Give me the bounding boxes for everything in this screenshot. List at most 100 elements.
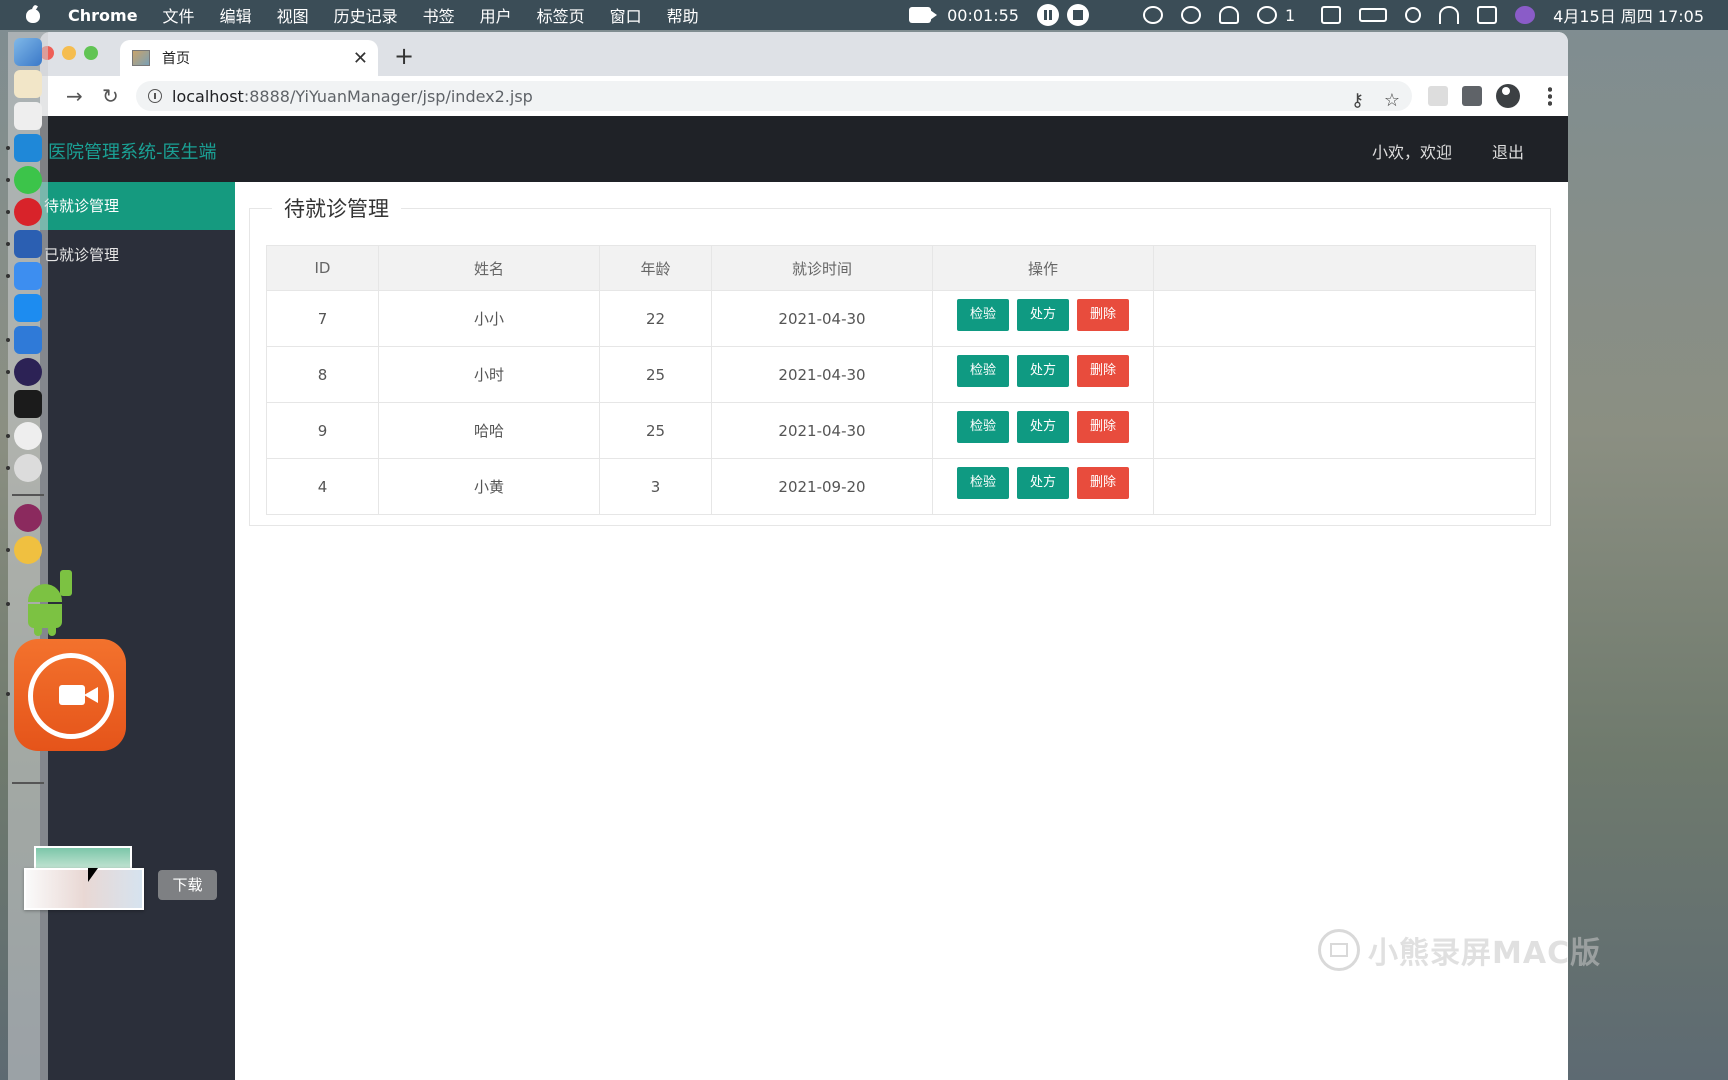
chrome-menu-icon[interactable] [1548, 86, 1552, 106]
screen-recorder-app-icon[interactable] [14, 639, 126, 751]
running-indicator [6, 242, 10, 246]
siri-icon[interactable] [1515, 6, 1536, 24]
prescribe-button[interactable]: 处方 [1016, 410, 1069, 443]
reload-icon[interactable]: ↻ [102, 84, 119, 108]
cell-age: 25 [599, 402, 712, 459]
tab-close-icon[interactable]: ✕ [353, 48, 368, 69]
menu-bookmarks[interactable]: 书签 [423, 3, 455, 27]
minimize-window-icon[interactable] [62, 46, 76, 60]
downloads-label[interactable]: 下载 [158, 870, 217, 900]
textedit-icon[interactable] [14, 102, 42, 130]
battery-icon[interactable] [1359, 8, 1388, 22]
menu-window[interactable]: 窗口 [610, 3, 642, 27]
pencil-app-icon[interactable] [14, 70, 42, 98]
music-app-icon[interactable] [14, 504, 42, 532]
column-header-actions: 操作 [932, 245, 1154, 291]
apple-icon[interactable] [24, 6, 42, 24]
downloads-stack-preview[interactable] [24, 846, 144, 910]
android-file-transfer-icon[interactable] [18, 570, 76, 638]
menu-file[interactable]: 文件 [163, 3, 195, 27]
cell-empty [1153, 290, 1536, 347]
app-store-icon[interactable] [14, 294, 42, 322]
key-icon[interactable]: ⚷ [1351, 90, 1364, 111]
watermark-camera-icon [1318, 929, 1360, 971]
menubar-datetime: 4月15日 周四 17:05 [1553, 7, 1704, 26]
colorful-app-icon[interactable] [14, 536, 42, 564]
finder-icon[interactable] [14, 38, 42, 66]
cell-name: 哈哈 [378, 402, 600, 459]
menu-edit[interactable]: 编辑 [220, 3, 252, 27]
notification-bell-icon[interactable] [1218, 6, 1239, 24]
cell-id: 9 [266, 402, 379, 459]
running-indicator [6, 370, 10, 374]
pause-icon[interactable] [1036, 4, 1059, 26]
favicon-icon [132, 50, 150, 66]
usb-plug-icon [60, 570, 72, 596]
word-icon[interactable] [14, 230, 42, 258]
inspect-button[interactable]: 检验 [956, 354, 1009, 387]
menu-people[interactable]: 用户 [480, 3, 512, 27]
logout-link[interactable]: 退出 [1492, 139, 1524, 163]
sidebar-item-pending[interactable]: 待就诊管理 [40, 182, 235, 230]
search-icon[interactable] [1405, 7, 1422, 23]
delete-button[interactable]: 删除 [1077, 410, 1130, 443]
creative-cloud-icon[interactable] [1142, 6, 1163, 24]
vscode-icon[interactable] [14, 134, 42, 162]
eclipse-icon[interactable] [14, 358, 42, 386]
delete-button[interactable]: 删除 [1077, 466, 1130, 499]
forward-icon[interactable]: → [66, 84, 83, 108]
bookmark-star-icon[interactable]: ☆ [1384, 90, 1400, 111]
running-indicator [6, 146, 10, 150]
wechat-icon[interactable] [1256, 6, 1277, 24]
menu-tab[interactable]: 标签页 [537, 3, 585, 27]
cell-date: 2021-04-30 [711, 290, 933, 347]
feishu-icon[interactable] [14, 262, 42, 290]
tab-home[interactable]: 首页 ✕ [120, 40, 378, 76]
delete-button[interactable]: 删除 [1077, 298, 1130, 331]
delete-button[interactable]: 删除 [1077, 354, 1130, 387]
cell-actions: 检验 处方 删除 [932, 290, 1154, 347]
menu-help[interactable]: 帮助 [667, 3, 699, 27]
sidebar-item-completed[interactable]: 已就诊管理 [40, 231, 235, 279]
site-info-icon[interactable] [148, 89, 162, 103]
zoom-window-icon[interactable] [84, 46, 98, 60]
inspect-button[interactable]: 检验 [956, 298, 1009, 331]
netease-music-icon[interactable] [14, 198, 42, 226]
input-method-icon[interactable] [1321, 6, 1342, 24]
cell-name: 小小 [378, 290, 600, 347]
location-icon[interactable] [1180, 6, 1201, 24]
messages-icon[interactable] [14, 454, 42, 482]
table-header-row: ID 姓名 年龄 就诊时间 操作 [266, 245, 1536, 291]
mouse-cursor-icon [88, 868, 98, 882]
wechat-dock-icon[interactable] [14, 166, 42, 194]
panel-title: 待就诊管理 [272, 193, 401, 223]
qq-icon[interactable] [14, 422, 42, 450]
extensions-puzzle-icon[interactable] [1462, 86, 1482, 106]
cell-date: 2021-04-30 [711, 402, 933, 459]
menu-history[interactable]: 历史记录 [334, 3, 398, 27]
address-bar[interactable]: localhost :8888/YiYuanManager/jsp/index2… [136, 81, 1412, 111]
inspect-button[interactable]: 检验 [956, 466, 1009, 499]
new-tab-icon[interactable]: + [394, 42, 414, 70]
wifi-icon[interactable] [1439, 6, 1460, 24]
extension-icon[interactable] [1428, 86, 1448, 106]
android-head-icon [28, 584, 62, 602]
prescribe-button[interactable]: 处方 [1016, 298, 1069, 331]
profile-avatar-icon[interactable] [1496, 84, 1520, 108]
xcode-icon[interactable] [14, 326, 42, 354]
prescribe-button[interactable]: 处方 [1016, 354, 1069, 387]
terminal-icon[interactable] [14, 390, 42, 418]
control-center-icon[interactable] [1477, 6, 1498, 24]
cell-name: 小黄 [378, 458, 600, 515]
wechat-count: 1 [1284, 5, 1296, 25]
browser-toolbar: → ↻ localhost :8888/YiYuanManager/jsp/in… [40, 76, 1568, 116]
tab-title: 首页 [162, 51, 190, 67]
inspect-button[interactable]: 检验 [956, 410, 1009, 443]
dock-divider [12, 782, 44, 784]
prescribe-button[interactable]: 处方 [1016, 466, 1069, 499]
menu-view[interactable]: 视图 [277, 3, 309, 27]
menu-app-name[interactable]: Chrome [68, 6, 138, 25]
download-thumbnail [24, 868, 144, 910]
column-header-date: 就诊时间 [711, 245, 933, 291]
stop-icon[interactable] [1066, 4, 1089, 26]
